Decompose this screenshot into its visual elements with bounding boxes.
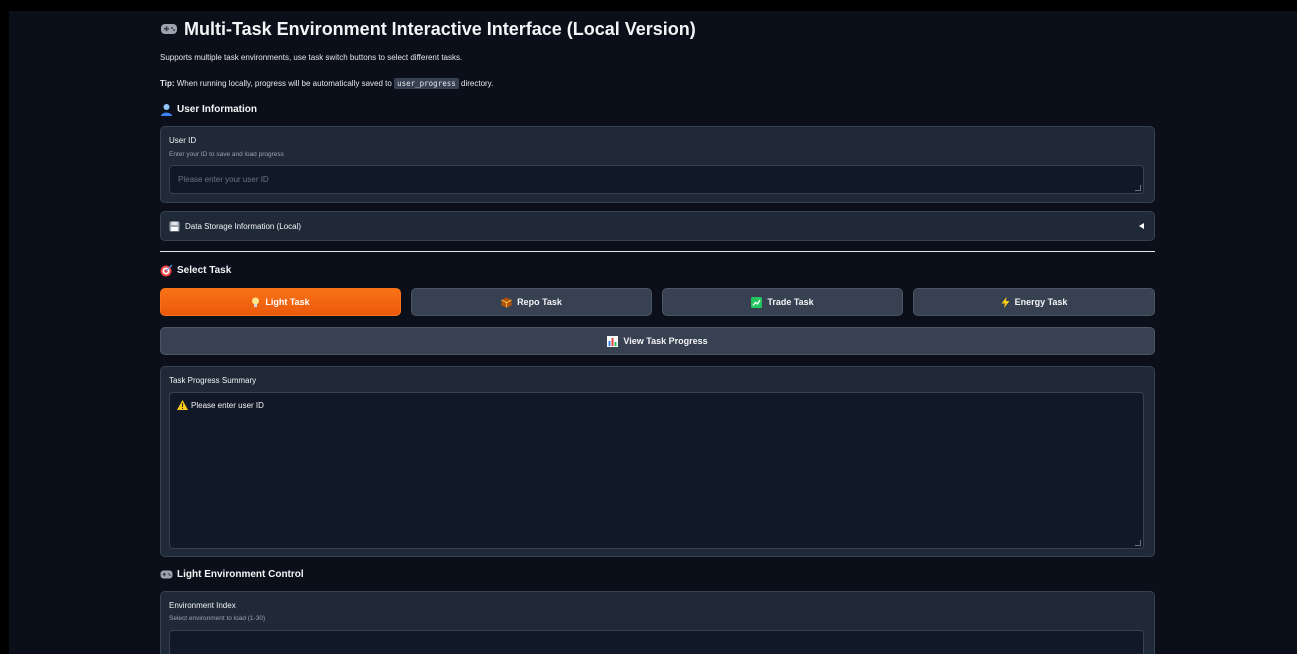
- chart-up-icon: [751, 296, 763, 308]
- storage-accordion-label: Data Storage Information (Local): [185, 221, 302, 231]
- user-id-label: User ID: [169, 136, 197, 145]
- tip-line: Tip: When running locally, progress will…: [160, 78, 494, 89]
- user-id-info: Enter your ID to save and load progress: [169, 151, 284, 158]
- page-title: Multi-Task Environment Interactive Inter…: [160, 15, 696, 43]
- progress-summary-value: Please enter user ID: [191, 400, 264, 410]
- progress-summary-content: Please enter user ID: [177, 400, 264, 410]
- tab-repo-task[interactable]: Repo Task: [411, 288, 652, 316]
- user-icon: [160, 103, 173, 116]
- storage-accordion-header: Data Storage Information (Local): [169, 212, 1144, 240]
- tab-energy-task-label: Energy Task: [1014, 297, 1068, 307]
- tab-energy-task[interactable]: Energy Task: [913, 288, 1155, 316]
- storage-accordion[interactable]: Data Storage Information (Local): [160, 211, 1155, 241]
- warning-icon: [177, 400, 188, 410]
- tip-code: user_progress: [394, 78, 459, 89]
- gamepad-icon: [160, 569, 173, 580]
- bar-chart-icon: [607, 335, 619, 347]
- view-task-progress-button[interactable]: View Task Progress: [160, 327, 1155, 355]
- tip-label: Tip:: [160, 79, 175, 88]
- view-task-progress-label: View Task Progress: [623, 336, 708, 346]
- select-task-heading-text: Select Task: [177, 264, 232, 276]
- collapse-arrow-icon[interactable]: [1139, 223, 1144, 229]
- select-task-heading: Select Task: [160, 262, 231, 278]
- user-id-panel: User ID Enter your ID to save and load p…: [160, 126, 1155, 203]
- light-env-heading: Light Environment Control: [160, 566, 304, 582]
- tab-trade-task[interactable]: Trade Task: [662, 288, 903, 316]
- tab-light-task-label: Light Task: [265, 297, 310, 307]
- resize-handle[interactable]: [1135, 540, 1141, 546]
- page-description: Supports multiple task environments, use…: [160, 53, 463, 62]
- lightning-icon: [1001, 296, 1010, 308]
- progress-summary-label: Task Progress Summary: [169, 376, 257, 385]
- progress-summary-textbox[interactable]: Please enter user ID: [169, 392, 1144, 549]
- environment-index-input[interactable]: [169, 630, 1144, 654]
- resize-handle[interactable]: [1135, 185, 1141, 191]
- gamepad-icon: [160, 22, 178, 36]
- light-env-heading-text: Light Environment Control: [177, 568, 304, 580]
- tab-light-task[interactable]: Light Task: [160, 288, 401, 316]
- environment-index-info: Select environment to load (1-30): [169, 615, 266, 622]
- progress-summary-panel: Task Progress Summary Please enter user …: [160, 366, 1155, 557]
- package-icon: [501, 297, 512, 308]
- tab-trade-task-label: Trade Task: [767, 297, 814, 307]
- floppy-disk-icon: [169, 221, 180, 232]
- environment-index-label: Environment Index: [169, 601, 236, 610]
- tab-repo-task-label: Repo Task: [517, 297, 562, 307]
- user-id-placeholder: Please enter your user ID: [178, 175, 269, 184]
- page-title-text: Multi-Task Environment Interactive Inter…: [184, 18, 696, 39]
- tip-text: When running locally, progress will be a…: [176, 79, 392, 88]
- bulb-icon: [251, 297, 260, 308]
- user-info-heading-text: User Information: [177, 103, 258, 115]
- user-id-input[interactable]: Please enter your user ID: [169, 165, 1144, 194]
- section-divider: [160, 251, 1155, 252]
- target-icon: [160, 264, 173, 277]
- app-page: Multi-Task Environment Interactive Inter…: [9, 11, 1297, 654]
- tip-suffix: directory.: [461, 79, 494, 88]
- environment-index-panel: Environment Index Select environment to …: [160, 591, 1155, 654]
- user-info-heading: User Information: [160, 101, 257, 117]
